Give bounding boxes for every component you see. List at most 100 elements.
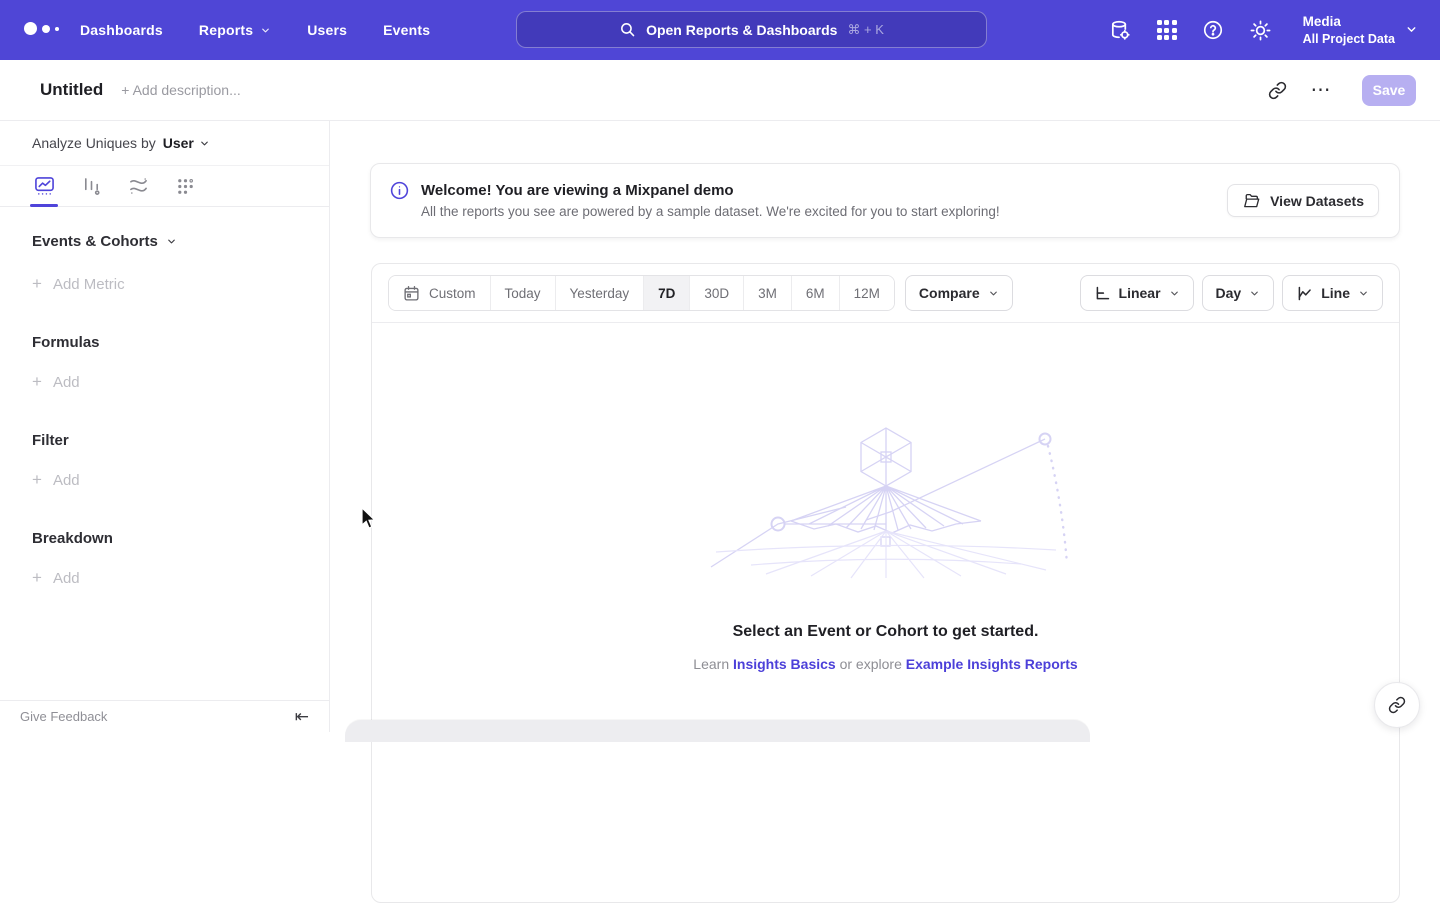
global-search-input[interactable]: Open Reports & Dashboards ⌘ + K bbox=[516, 11, 987, 48]
metric-grid-icon bbox=[176, 177, 195, 196]
save-button[interactable]: Save bbox=[1362, 75, 1416, 106]
project-switcher[interactable]: Media All Project Data bbox=[1303, 13, 1418, 47]
share-link-fab[interactable] bbox=[1374, 682, 1420, 728]
scale-dropdown[interactable]: Linear bbox=[1080, 275, 1194, 311]
plus-icon: + bbox=[32, 274, 42, 294]
range-30d[interactable]: 30D bbox=[689, 276, 743, 310]
report-description-placeholder[interactable]: + Add description... bbox=[121, 82, 240, 98]
tab-bar-chart[interactable] bbox=[80, 175, 102, 197]
section-title-label: Events & Cohorts bbox=[32, 233, 158, 250]
nav-reports[interactable]: Reports bbox=[199, 22, 271, 38]
events-cohorts-section-header[interactable]: Events & Cohorts bbox=[32, 233, 297, 250]
chevron-down-icon bbox=[260, 25, 271, 36]
copy-link-button[interactable] bbox=[1260, 73, 1294, 107]
tab-line-chart[interactable] bbox=[33, 175, 55, 197]
range-label: 3M bbox=[758, 286, 777, 301]
plus-icon: + bbox=[32, 372, 42, 392]
primary-nav: Dashboards Reports Users Events bbox=[80, 0, 430, 60]
compare-dropdown[interactable]: Compare bbox=[905, 275, 1013, 311]
insights-basics-link[interactable]: Insights Basics bbox=[733, 656, 836, 672]
add-breakdown-label: Add bbox=[53, 570, 80, 587]
add-breakdown-button[interactable]: + Add bbox=[32, 568, 297, 588]
folder-icon bbox=[1242, 192, 1261, 210]
example-insights-reports-link[interactable]: Example Insights Reports bbox=[906, 656, 1078, 672]
chevron-down-icon bbox=[988, 288, 999, 299]
filter-section-header: Filter bbox=[32, 432, 297, 449]
range-7d[interactable]: 7D bbox=[643, 276, 689, 310]
chevron-down-icon bbox=[1249, 288, 1260, 299]
report-controls: Custom Today Yesterday 7D 30D 3M 6M 12M … bbox=[372, 264, 1399, 323]
ellipsis-icon: ⋯ bbox=[1311, 85, 1332, 95]
range-label: Today bbox=[505, 286, 541, 301]
nav-dashboards[interactable]: Dashboards bbox=[80, 22, 163, 38]
search-placeholder: Open Reports & Dashboards bbox=[646, 22, 837, 38]
search-icon bbox=[619, 21, 636, 38]
plus-icon: + bbox=[32, 568, 42, 588]
line-chart-icon bbox=[1296, 285, 1313, 302]
top-nav: Dashboards Reports Users Events Open Rep… bbox=[0, 0, 1440, 60]
range-12m[interactable]: 12M bbox=[839, 276, 894, 310]
range-label: 30D bbox=[704, 286, 729, 301]
more-options-button[interactable]: ⋯ bbox=[1304, 73, 1338, 107]
mixpanel-logo[interactable] bbox=[24, 22, 59, 35]
range-6m[interactable]: 6M bbox=[791, 276, 839, 310]
formulas-section-header: Formulas bbox=[32, 334, 297, 351]
settings-gear-icon[interactable] bbox=[1249, 19, 1272, 42]
info-icon bbox=[389, 180, 410, 201]
analyze-entity-dropdown[interactable]: User bbox=[163, 135, 210, 151]
link-icon bbox=[1268, 81, 1287, 100]
bar-chart-icon bbox=[82, 176, 101, 196]
nav-events[interactable]: Events bbox=[383, 22, 430, 38]
data-management-icon[interactable] bbox=[1109, 19, 1132, 42]
logo-dot bbox=[55, 27, 59, 31]
logo-dot bbox=[42, 25, 50, 33]
range-3m[interactable]: 3M bbox=[743, 276, 791, 310]
nav-label: Users bbox=[307, 22, 347, 38]
range-label: Custom bbox=[429, 286, 476, 301]
project-scope: All Project Data bbox=[1303, 31, 1395, 47]
tab-metric-grid[interactable] bbox=[174, 175, 196, 197]
range-yesterday[interactable]: Yesterday bbox=[555, 276, 644, 310]
range-custom[interactable]: Custom bbox=[389, 276, 490, 310]
flow-icon bbox=[128, 176, 149, 196]
collapse-sidebar-icon[interactable]: ⇤ bbox=[295, 708, 309, 725]
chevron-down-icon bbox=[199, 138, 210, 149]
links-connector: or explore bbox=[840, 656, 902, 672]
nav-label: Events bbox=[383, 22, 430, 38]
results-drawer-peek[interactable] bbox=[345, 720, 1090, 742]
chart-type-label: Line bbox=[1321, 285, 1350, 301]
range-label: 7D bbox=[658, 286, 675, 301]
help-icon[interactable] bbox=[1202, 19, 1224, 41]
range-today[interactable]: Today bbox=[490, 276, 555, 310]
report-title[interactable]: Untitled bbox=[40, 80, 103, 100]
chevron-down-icon bbox=[1405, 23, 1418, 36]
logo-dot bbox=[24, 22, 37, 35]
granularity-dropdown[interactable]: Day bbox=[1202, 275, 1275, 311]
add-metric-button[interactable]: + Add Metric bbox=[32, 274, 297, 294]
nav-label: Reports bbox=[199, 22, 253, 38]
calendar-icon bbox=[403, 285, 420, 302]
project-name: Media bbox=[1303, 13, 1395, 31]
scale-label: Linear bbox=[1119, 285, 1161, 301]
chart-type-dropdown[interactable]: Line bbox=[1282, 275, 1383, 311]
add-formula-label: Add bbox=[53, 374, 80, 391]
view-datasets-button[interactable]: View Datasets bbox=[1227, 184, 1379, 217]
analyze-row: Analyze Uniques by User bbox=[0, 121, 329, 166]
empty-state: Select an Event or Cohort to get started… bbox=[372, 424, 1399, 672]
add-formula-button[interactable]: + Add bbox=[32, 372, 297, 392]
nav-users[interactable]: Users bbox=[307, 22, 347, 38]
link-icon bbox=[1388, 696, 1406, 714]
add-filter-button[interactable]: + Add bbox=[32, 470, 297, 490]
apps-grid-icon[interactable] bbox=[1157, 20, 1177, 40]
give-feedback-link[interactable]: Give Feedback bbox=[20, 709, 107, 724]
nav-label: Dashboards bbox=[80, 22, 163, 38]
report-header: Untitled + Add description... ⋯ Save bbox=[0, 60, 1440, 121]
empty-state-illustration bbox=[696, 424, 1076, 579]
empty-state-links: Learn Insights Basics or explore Example… bbox=[693, 656, 1077, 672]
linear-axis-icon bbox=[1094, 285, 1111, 302]
chevron-down-icon bbox=[166, 236, 177, 247]
section-title-label: Formulas bbox=[32, 334, 100, 351]
plus-icon: + bbox=[32, 470, 42, 490]
tab-flow[interactable] bbox=[127, 175, 149, 197]
banner-title: Welcome! You are viewing a Mixpanel demo bbox=[421, 182, 1000, 199]
